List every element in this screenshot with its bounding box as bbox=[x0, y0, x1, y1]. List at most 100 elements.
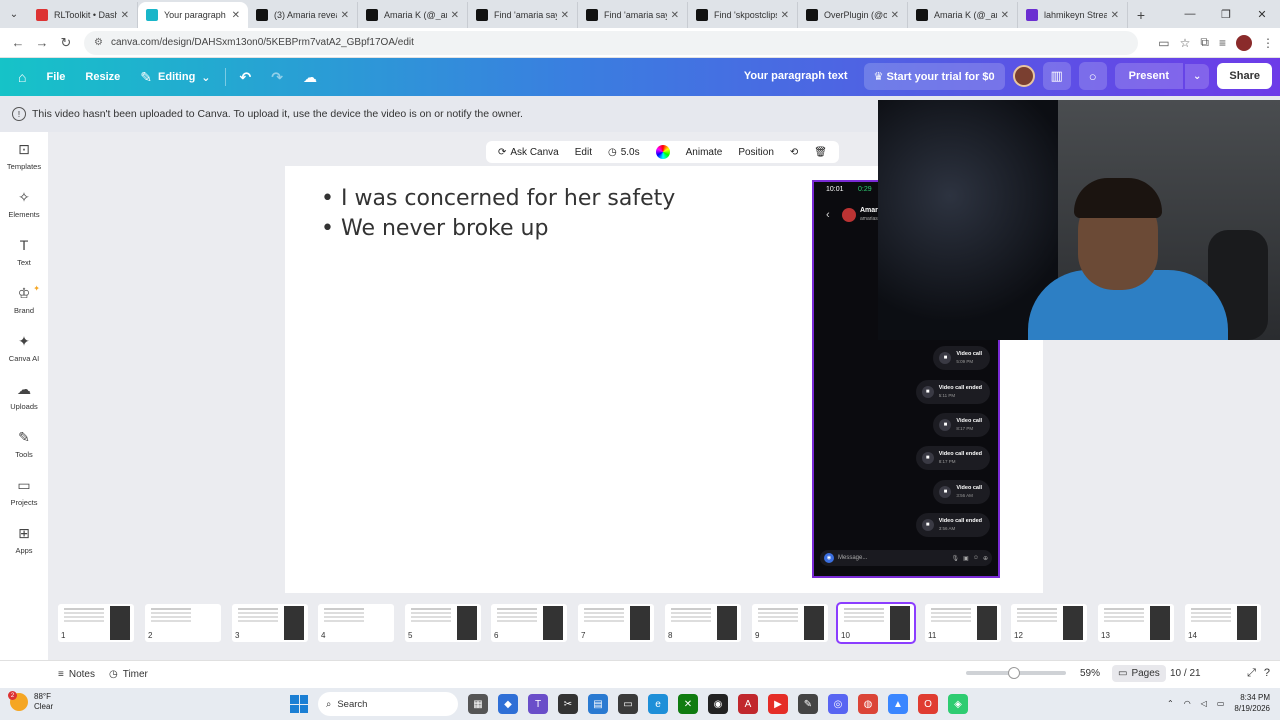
reading-list-icon[interactable]: ≡ bbox=[1219, 36, 1226, 50]
capcut-icon[interactable]: ✂ bbox=[558, 694, 578, 714]
file-explorer-icon[interactable]: ▤ bbox=[588, 694, 608, 714]
browser-tab[interactable]: Find 'skpostclips ✕ bbox=[688, 2, 798, 28]
xbox-icon[interactable]: ✕ bbox=[678, 694, 698, 714]
zoom-slider-knob[interactable] bbox=[1008, 667, 1020, 679]
sidebar-item-canva-ai[interactable]: ✦ Canva AI bbox=[0, 326, 48, 370]
tray-chevron-icon[interactable]: ⌃ bbox=[1167, 699, 1174, 708]
present-button[interactable]: Present bbox=[1114, 63, 1184, 89]
close-tab-icon[interactable]: ✕ bbox=[891, 10, 899, 21]
terminal-icon[interactable]: ▭ bbox=[618, 694, 638, 714]
duration-button[interactable]: ◷ 5.0s bbox=[602, 144, 646, 161]
minimize-icon[interactable]: — bbox=[1172, 0, 1208, 28]
pen-icon[interactable]: ✎ bbox=[798, 694, 818, 714]
sidebar-item-tools[interactable]: ✎ Tools bbox=[0, 422, 48, 466]
windows-start-icon[interactable] bbox=[290, 695, 308, 713]
sidebar-item-templates[interactable]: ⊡ Templates bbox=[0, 134, 48, 178]
undo-button[interactable]: ↶ bbox=[230, 62, 262, 92]
adobe-icon[interactable]: A bbox=[738, 694, 758, 714]
page-thumbnail[interactable]: 7 bbox=[578, 604, 654, 642]
browser-tab[interactable]: Find 'amaria says ✕ bbox=[578, 2, 688, 28]
page-thumbnail[interactable]: 6 bbox=[491, 604, 567, 642]
wifi-icon[interactable]: ◠ bbox=[1184, 699, 1191, 708]
bullet-list[interactable]: I was concerned for her safety We never … bbox=[321, 184, 675, 244]
page-thumbnail[interactable]: 12 bbox=[1011, 604, 1087, 642]
ask-canva-button[interactable]: ⟳ Ask Canva bbox=[492, 144, 565, 161]
sidebar-item-apps[interactable]: ⊞ Apps bbox=[0, 518, 48, 562]
browser-tab[interactable]: OverPlugin (@ove ✕ bbox=[798, 2, 908, 28]
redo-button[interactable]: ↷ bbox=[261, 62, 293, 92]
android-icon[interactable]: ◈ bbox=[948, 694, 968, 714]
page-thumbnail[interactable]: 5 bbox=[405, 604, 481, 642]
help-icon[interactable]: ? bbox=[1264, 667, 1270, 680]
page-thumbnail[interactable]: 1 bbox=[58, 604, 134, 642]
edit-button[interactable]: Edit bbox=[569, 144, 598, 161]
url-field[interactable]: ⚙ canva.com/design/DAHSxm13on0/5KEBPrm7v… bbox=[84, 30, 1139, 55]
weather-widget[interactable]: 2 88°F Clear bbox=[8, 691, 53, 712]
close-tab-icon[interactable]: ✕ bbox=[121, 10, 129, 21]
page-thumbnail[interactable]: 14 bbox=[1185, 604, 1261, 642]
browser-tab[interactable]: lahmikeyn Stream ✕ bbox=[1018, 2, 1128, 28]
fullscreen-icon[interactable]: ⤢ bbox=[1247, 667, 1256, 680]
bookmark-star-icon[interactable]: ☆ bbox=[1180, 36, 1191, 50]
close-tab-icon[interactable]: ✕ bbox=[341, 10, 349, 21]
browser-menu-icon[interactable]: ⋮ bbox=[1262, 36, 1274, 50]
reload-icon[interactable]: ↻ bbox=[54, 31, 78, 55]
resize-button[interactable]: Resize bbox=[75, 62, 130, 92]
zoom-value[interactable]: 59% bbox=[1080, 668, 1100, 679]
cloud-save-button[interactable]: ☁ bbox=[293, 62, 327, 92]
browser-tab[interactable]: RLToolkit • Dashb ✕ bbox=[28, 2, 138, 28]
teams-icon[interactable]: T bbox=[528, 694, 548, 714]
taskbar-search[interactable]: ⌕ Search bbox=[318, 692, 458, 716]
page-thumbnail[interactable]: 3 bbox=[232, 604, 308, 642]
replace-button[interactable]: ⟲ bbox=[784, 144, 804, 161]
site-info-icon[interactable]: ⚙ bbox=[94, 37, 103, 48]
timer-button[interactable]: ◷ Timer bbox=[109, 669, 148, 680]
copilot-icon[interactable]: ◆ bbox=[498, 694, 518, 714]
task-view-icon[interactable]: ▦ bbox=[468, 694, 488, 714]
extensions-icon[interactable]: ⧉ bbox=[1200, 35, 1209, 50]
forward-icon[interactable]: → bbox=[30, 31, 54, 55]
home-button[interactable]: ⌂ bbox=[8, 62, 36, 92]
color-button[interactable] bbox=[650, 142, 676, 162]
tab-search-icon[interactable]: ⌄ bbox=[0, 0, 28, 28]
sidebar-item-projects[interactable]: ▭ Projects bbox=[0, 470, 48, 514]
delete-button[interactable]: 🗑 bbox=[808, 144, 833, 161]
page-thumbnail[interactable]: 9 bbox=[752, 604, 828, 642]
bullet-item[interactable]: We never broke up bbox=[321, 214, 675, 244]
new-tab-button[interactable]: + bbox=[1128, 2, 1154, 28]
comments-button[interactable]: ○ bbox=[1078, 62, 1107, 90]
sidebar-item-elements[interactable]: ✧ Elements bbox=[0, 182, 48, 226]
restore-icon[interactable]: ❐ bbox=[1208, 0, 1244, 28]
close-tab-icon[interactable]: ✕ bbox=[1111, 10, 1119, 21]
document-title[interactable]: Your paragraph text bbox=[744, 70, 848, 82]
share-button[interactable]: Share bbox=[1217, 63, 1272, 89]
close-tab-icon[interactable]: ✕ bbox=[671, 10, 679, 21]
taskbar-clock[interactable]: 8:34 PM 8/19/2026 bbox=[1234, 692, 1270, 714]
start-trial-button[interactable]: ♛ Start your trial for $0 bbox=[863, 62, 1005, 90]
streaming-app-icon[interactable]: ▲ bbox=[888, 694, 908, 714]
browser-tab[interactable]: (3) Amaria reveal ✕ bbox=[248, 2, 358, 28]
bullet-item[interactable]: I was concerned for her safety bbox=[321, 184, 675, 214]
close-tab-icon[interactable]: ✕ bbox=[1001, 10, 1009, 21]
close-tab-icon[interactable]: ✕ bbox=[232, 10, 240, 21]
page-thumbnail[interactable]: 4 bbox=[318, 604, 394, 642]
page-thumbnail[interactable]: 2 bbox=[145, 604, 221, 642]
page-thumbnail[interactable]: 13 bbox=[1098, 604, 1174, 642]
sidebar-item-brand[interactable]: ♔ Brand ✦ bbox=[0, 278, 48, 322]
chrome-icon[interactable]: ◍ bbox=[858, 694, 878, 714]
camera-app-icon[interactable]: ◉ bbox=[708, 694, 728, 714]
animate-button[interactable]: Animate bbox=[680, 144, 729, 161]
editing-mode-button[interactable]: ✎ Editing ⌄ bbox=[130, 62, 220, 92]
cast-icon[interactable]: ▭ bbox=[1158, 36, 1169, 50]
browser-tab[interactable]: Find 'amaria says ✕ bbox=[468, 2, 578, 28]
sidebar-item-uploads[interactable]: ☁ Uploads bbox=[0, 374, 48, 418]
close-window-icon[interactable]: ✕ bbox=[1244, 0, 1280, 28]
page-thumbnail[interactable]: 10 bbox=[836, 602, 916, 644]
user-avatar[interactable] bbox=[1012, 65, 1035, 87]
position-button[interactable]: Position bbox=[732, 144, 780, 161]
zoom-slider[interactable] bbox=[966, 667, 1066, 679]
youtube-icon[interactable]: ▶ bbox=[768, 694, 788, 714]
opera-icon[interactable]: O bbox=[918, 694, 938, 714]
close-tab-icon[interactable]: ✕ bbox=[781, 10, 789, 21]
browser-tab[interactable]: Amaria K (@_ama ✕ bbox=[908, 2, 1018, 28]
